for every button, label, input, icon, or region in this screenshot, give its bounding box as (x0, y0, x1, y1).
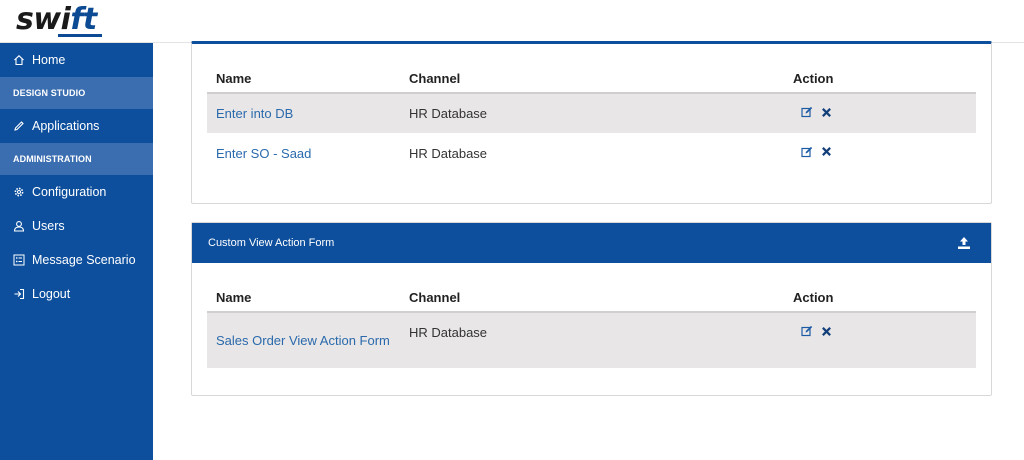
gear-icon (13, 186, 25, 198)
table-row: Enter into DB HR Database (207, 93, 976, 133)
sidebar-item-label: Configuration (32, 185, 107, 199)
row-name-link[interactable]: Enter into DB (207, 93, 400, 133)
card-header: Custom View Action Form (192, 223, 991, 263)
logo-underline (58, 34, 102, 37)
table-row: Enter SO - Saad HR Database (207, 133, 976, 173)
card-title: Custom View Action Form (208, 237, 335, 249)
sidebar-item-label: Logout (32, 287, 71, 301)
delete-icon[interactable] (820, 146, 832, 158)
edit-icon[interactable] (801, 106, 813, 118)
row-name-link[interactable]: Sales Order View Action Form (207, 312, 400, 368)
row-channel: HR Database (400, 312, 784, 368)
sidebar-item-configuration[interactable]: Configuration (0, 175, 153, 209)
column-header-channel: Channel (400, 65, 784, 94)
logo-prefix: swi (16, 2, 71, 37)
sidebar-item-home[interactable]: Home (0, 43, 153, 77)
delete-icon[interactable] (820, 325, 832, 337)
table-row: Sales Order View Action Form HR Database (207, 312, 976, 368)
sidebar-item-users[interactable]: Users (0, 209, 153, 243)
column-header-action: Action (784, 284, 976, 313)
edit-icon[interactable] (801, 325, 813, 337)
row-channel: HR Database (409, 145, 488, 161)
table-header-row: Name Channel Action (207, 65, 976, 94)
edit-icon[interactable] (801, 146, 813, 158)
column-header-action: Action (784, 65, 976, 94)
sidebar-item-label: Home (32, 53, 66, 67)
column-header-name: Name (207, 284, 400, 313)
upload-icon[interactable] (955, 234, 973, 252)
row-channel: HR Database (400, 93, 784, 133)
logout-icon (13, 288, 25, 300)
list-icon (13, 254, 25, 266)
forms-card: Name Channel Action Enter into DB HR Dat… (191, 41, 992, 204)
column-header-name: Name (207, 65, 400, 94)
logo-suffix: ft (70, 2, 97, 37)
custom-view-table: Name Channel Action Sales Order View Act… (207, 284, 976, 368)
user-icon (13, 220, 25, 232)
custom-view-action-form-card: Custom View Action Form Name Channel Act… (191, 222, 992, 396)
row-actions (784, 133, 976, 173)
sidebar-item-label: Applications (32, 119, 100, 133)
sidebar-item-message-scenario[interactable]: Message Scenario (0, 243, 153, 277)
sidebar-item-label: Users (32, 219, 65, 233)
forms-table: Name Channel Action Enter into DB HR Dat… (207, 65, 976, 173)
sidebar-item-applications[interactable]: Applications (0, 109, 153, 143)
sidebar-item-label: Message Scenario (32, 253, 136, 267)
top-bar: swift (0, 0, 1024, 43)
row-name-link[interactable]: Enter SO - Saad (207, 133, 400, 173)
delete-icon[interactable] (820, 106, 832, 118)
home-icon (13, 54, 25, 66)
row-actions (784, 312, 976, 368)
sidebar-section-design-studio: DESIGN STUDIO (0, 77, 153, 109)
column-header-channel: Channel (400, 284, 784, 313)
table-header-row: Name Channel Action (207, 284, 976, 313)
row-actions (784, 93, 976, 133)
main-content: Name Channel Action Enter into DB HR Dat… (153, 41, 1024, 460)
sidebar: Home DESIGN STUDIO Applications ADMINIST… (0, 43, 153, 460)
swift-logo[interactable]: swift (16, 2, 97, 37)
sidebar-item-logout[interactable]: Logout (0, 277, 153, 311)
sidebar-section-administration: ADMINISTRATION (0, 143, 153, 175)
pencil-icon (13, 120, 25, 132)
